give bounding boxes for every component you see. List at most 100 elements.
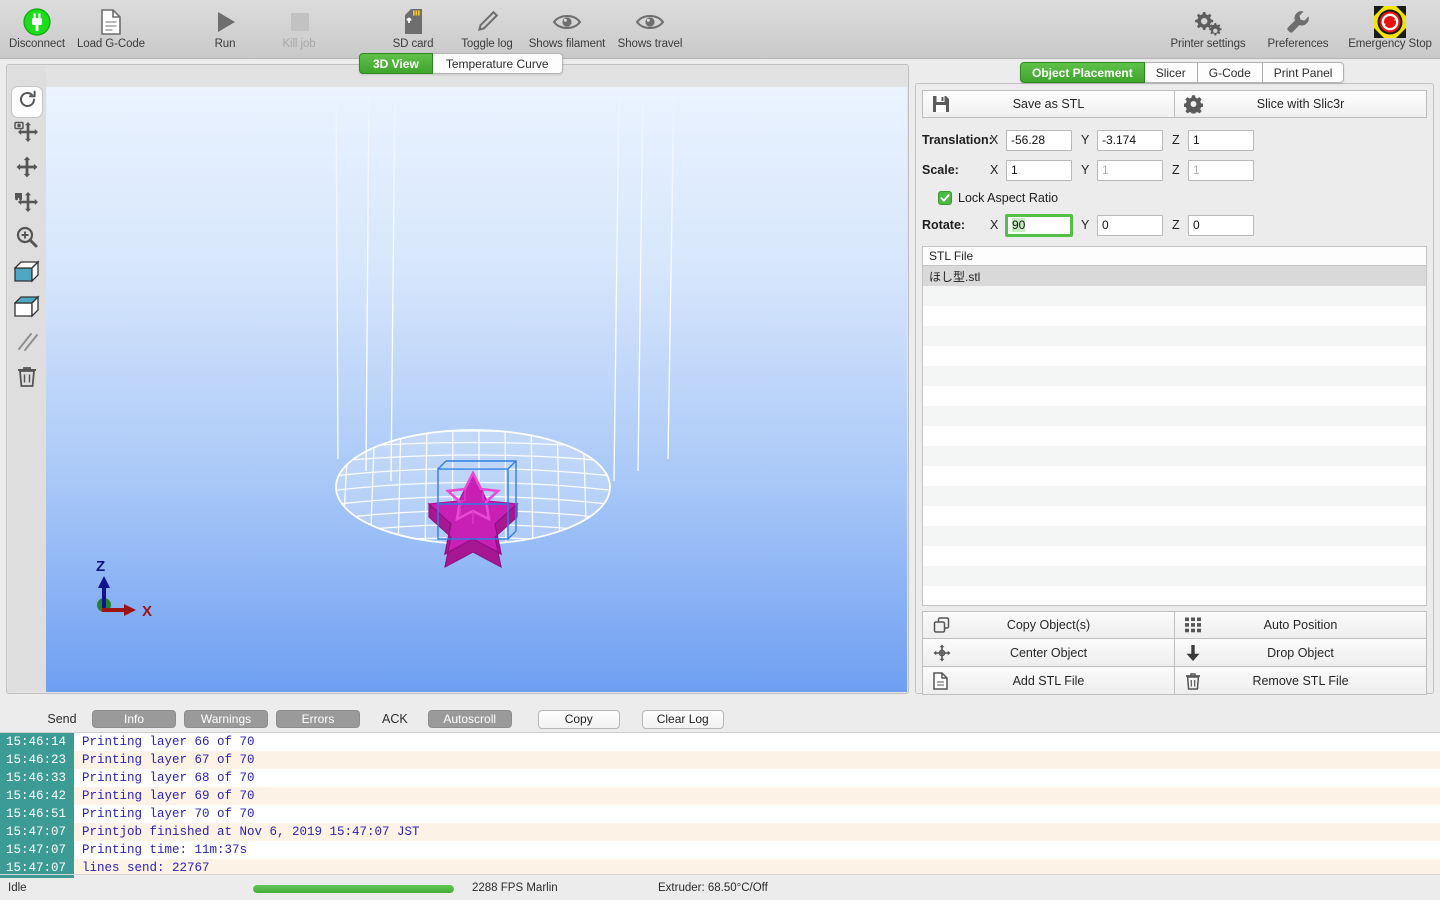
center-object-button[interactable]: Center Object bbox=[922, 639, 1175, 667]
toolbar-button-load-gcode[interactable]: Load G-Code bbox=[74, 0, 148, 59]
autoscroll-toggle[interactable]: Autoscroll bbox=[427, 710, 512, 728]
tab-3d-view[interactable]: 3D View bbox=[359, 53, 433, 74]
copy-log-button[interactable]: Copy bbox=[537, 709, 620, 729]
toolbar-button-sd-card[interactable]: SD card bbox=[376, 0, 450, 59]
zoom-tool[interactable] bbox=[10, 222, 44, 257]
stl-list-item[interactable]: ほし型.stl bbox=[923, 266, 1426, 286]
toolbar-button-preferences[interactable]: Preferences bbox=[1256, 0, 1340, 59]
wrench-icon bbox=[1283, 5, 1313, 38]
clear-log-button[interactable]: Clear Log bbox=[641, 709, 724, 729]
toolbar-button-emergency-stop[interactable]: Emergency Stop bbox=[1340, 0, 1440, 59]
log-timestamp: 15:47:07 bbox=[0, 823, 74, 841]
rotate-y-input[interactable] bbox=[1097, 214, 1163, 236]
ack-label: ACK bbox=[382, 712, 408, 726]
button-label: Copy bbox=[564, 712, 593, 726]
log-row: 15:47:07 Printing time: 11m:37s bbox=[0, 841, 1440, 859]
stl-list-item[interactable] bbox=[923, 526, 1426, 546]
slice-with-slic3r-button[interactable]: Slice with Slic3r bbox=[1175, 90, 1427, 118]
toggle-label: Info bbox=[123, 712, 144, 726]
toolbar-button-disconnect[interactable]: Disconnect bbox=[0, 0, 74, 59]
auto-position-button[interactable]: Auto Position bbox=[1175, 611, 1427, 639]
stl-list-item[interactable] bbox=[923, 306, 1426, 326]
translation-y-input[interactable] bbox=[1097, 129, 1163, 151]
toolbar-button-kill-job[interactable]: Kill job bbox=[262, 0, 336, 59]
stl-list-item[interactable] bbox=[923, 546, 1426, 566]
lock-aspect-ratio-label: Lock Aspect Ratio bbox=[958, 190, 1059, 205]
toolbar-button-run[interactable]: Run bbox=[188, 0, 262, 59]
reset-view-tool[interactable] bbox=[12, 87, 42, 117]
arrow-down-icon bbox=[1185, 644, 1201, 662]
right-panel: Object Placement Slicer G-Code Print Pan… bbox=[915, 62, 1434, 695]
save-as-stl-button[interactable]: Save as STL bbox=[922, 90, 1175, 118]
toolbar-label: Shows travel bbox=[617, 38, 683, 50]
trash-icon bbox=[1185, 672, 1201, 690]
toolbar-label: SD card bbox=[392, 38, 434, 50]
translation-x-input[interactable] bbox=[1006, 129, 1072, 151]
copy-objects-button[interactable]: Copy Object(s) bbox=[922, 611, 1175, 639]
wireframe-view-tool[interactable] bbox=[10, 292, 44, 327]
pan-tool[interactable] bbox=[10, 152, 44, 187]
play-icon bbox=[211, 5, 239, 38]
stl-list-item[interactable] bbox=[923, 586, 1426, 605]
stl-list-item[interactable] bbox=[923, 366, 1426, 386]
tab-object-placement[interactable]: Object Placement bbox=[1020, 62, 1145, 83]
log-filter-info[interactable]: Info bbox=[92, 710, 176, 728]
toolbar-label: Load G-Code bbox=[77, 38, 145, 50]
axis-x-label: X bbox=[990, 163, 999, 177]
log-output[interactable]: 15:46:14 Printing layer 66 of 70 15:46:23 P… bbox=[0, 732, 1440, 874]
print-progress-bar bbox=[253, 885, 454, 893]
stl-file-list[interactable]: ほし型.stl bbox=[922, 266, 1427, 606]
lock-aspect-ratio-checkbox[interactable]: Lock Aspect Ratio bbox=[938, 185, 1427, 210]
delete-tool[interactable] bbox=[10, 362, 44, 397]
move-camera-tool[interactable] bbox=[10, 117, 44, 152]
translation-z-input[interactable] bbox=[1188, 129, 1254, 151]
solid-view-tool[interactable] bbox=[10, 257, 44, 292]
stl-list-item[interactable] bbox=[923, 346, 1426, 366]
view-container: 3D View Temperature Curve Z X bbox=[6, 53, 909, 694]
view-tab-bar: 3D View Temperature Curve bbox=[359, 53, 563, 74]
tab-slicer[interactable]: Slicer bbox=[1144, 62, 1198, 83]
log-filter-errors[interactable]: Errors bbox=[276, 710, 360, 728]
tab-temperature-curve[interactable]: Temperature Curve bbox=[432, 53, 563, 74]
drop-object-button[interactable]: Drop Object bbox=[1175, 639, 1427, 667]
stl-list-header: STL File bbox=[922, 246, 1427, 266]
stl-list-item[interactable] bbox=[923, 466, 1426, 486]
scale-y-input bbox=[1097, 159, 1163, 181]
stl-list-item[interactable] bbox=[923, 486, 1426, 506]
stl-list-item[interactable] bbox=[923, 326, 1426, 346]
stl-list-item[interactable] bbox=[923, 426, 1426, 446]
button-label: Copy Object(s) bbox=[1006, 618, 1091, 632]
button-label: Center Object bbox=[1009, 645, 1088, 660]
3d-viewport[interactable]: Z X bbox=[46, 87, 907, 692]
toolbar-button-toggle-log[interactable]: Toggle log bbox=[450, 0, 524, 59]
rotate-z-input[interactable] bbox=[1188, 214, 1254, 236]
toolbar-button-printer-settings[interactable]: Printer settings bbox=[1160, 0, 1256, 59]
log-filter-warnings[interactable]: Warnings bbox=[184, 710, 268, 728]
log-row: 15:47:07 Printjob finished at Nov 6, 2019… bbox=[0, 823, 1440, 841]
stl-list-item[interactable] bbox=[923, 506, 1426, 526]
rotate-x-input[interactable] bbox=[1006, 214, 1072, 236]
tab-gcode[interactable]: G-Code bbox=[1197, 62, 1263, 83]
move-object-tool[interactable] bbox=[10, 187, 44, 222]
scale-x-input[interactable] bbox=[1006, 159, 1072, 181]
toolbar-button-shows-filament[interactable]: Shows filament bbox=[524, 0, 610, 59]
travel-lines-tool[interactable] bbox=[10, 327, 44, 362]
add-stl-file-button[interactable]: Add STL File bbox=[922, 667, 1175, 695]
eye-icon bbox=[634, 5, 666, 38]
stl-list-item[interactable] bbox=[923, 386, 1426, 406]
log-message: Printing time: 11m:37s bbox=[74, 841, 1440, 859]
toolbar-label: Disconnect bbox=[9, 38, 65, 50]
status-state: Idle bbox=[8, 881, 27, 894]
stl-list-item[interactable] bbox=[923, 566, 1426, 586]
stl-list-item[interactable] bbox=[923, 286, 1426, 306]
toolbar-button-shows-travel[interactable]: Shows travel bbox=[610, 0, 690, 59]
stl-list-item[interactable] bbox=[923, 446, 1426, 466]
stl-list-item[interactable] bbox=[923, 406, 1426, 426]
tab-print-panel[interactable]: Print Panel bbox=[1262, 62, 1345, 83]
toolbar-label: Printer settings bbox=[1170, 38, 1246, 50]
floppy-disk-icon bbox=[932, 95, 950, 113]
log-timestamp: 15:46:14 bbox=[0, 733, 74, 751]
axis-z-label: Z bbox=[1172, 163, 1180, 177]
remove-stl-file-button[interactable]: Remove STL File bbox=[1175, 667, 1427, 695]
toolbar-label: Toggle log bbox=[461, 38, 513, 50]
